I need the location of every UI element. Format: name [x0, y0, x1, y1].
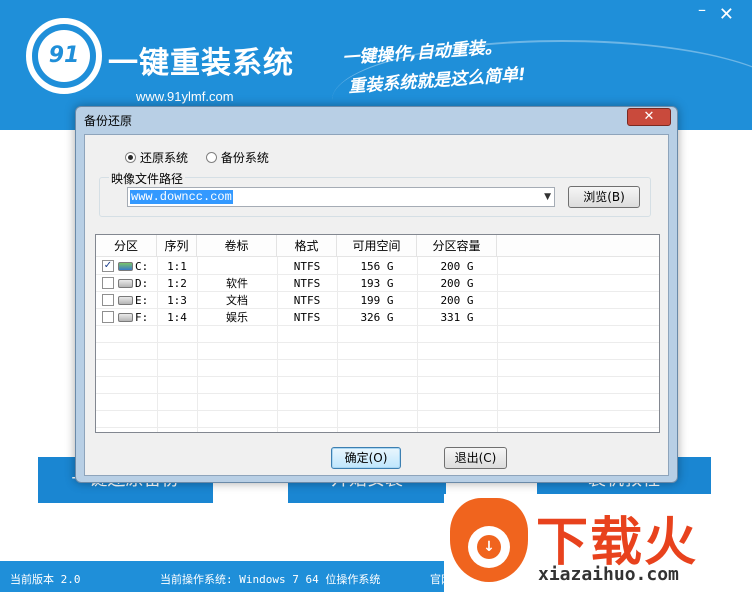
- logo-text: 91: [38, 30, 90, 82]
- table-row-empty: [96, 394, 659, 411]
- cell-free: 156 G: [360, 260, 394, 273]
- image-path-combobox[interactable]: www.downcc.com ▼: [127, 187, 555, 207]
- cell-free: 326 G: [360, 311, 394, 324]
- radio-backup[interactable]: 备份系统: [205, 149, 269, 166]
- dialog-title: 备份还原: [84, 114, 133, 128]
- col-format[interactable]: 格式: [277, 235, 337, 257]
- cell-size: 331 G: [440, 311, 474, 324]
- flame-logo-icon: ↓: [450, 498, 528, 582]
- backup-restore-dialog: 备份还原 ✕ 还原系统 备份系统 映像文件路径 www.downcc.com ▼…: [75, 106, 678, 483]
- cell-index: 1:2: [167, 277, 187, 290]
- cell-label: 软件: [226, 277, 248, 290]
- col-size[interactable]: 分区容量: [417, 235, 497, 257]
- table-row[interactable]: ✓ C: 1:1 NTFS 156 G 200 G: [96, 258, 659, 275]
- cell-size: 200 G: [440, 277, 474, 290]
- image-path-value[interactable]: www.downcc.com: [130, 190, 233, 204]
- radio-backup-label: 备份系统: [220, 151, 269, 165]
- col-index[interactable]: 序列: [157, 235, 197, 257]
- cell-free: 193 G: [360, 277, 394, 290]
- drive-icon: [118, 279, 133, 288]
- mode-radio-group: 还原系统 备份系统: [125, 149, 283, 166]
- cell-format: NTFS: [293, 260, 321, 273]
- dropdown-arrow-icon[interactable]: ▼: [544, 192, 551, 202]
- partition-table: 分区 序列 卷标 格式 可用空间 分区容量 ✓ C: 1:1 NTFS 156 …: [95, 234, 660, 433]
- table-row-empty: [96, 411, 659, 428]
- table-row-empty: [96, 377, 659, 394]
- drive-letter: E:: [135, 294, 149, 307]
- drive-icon: [118, 296, 133, 305]
- table-row-empty: [96, 343, 659, 360]
- download-arrow-icon: ↓: [477, 535, 501, 559]
- table-row-empty: [96, 326, 659, 343]
- system-drive-icon: [118, 262, 133, 271]
- table-row[interactable]: E: 1:3 文档 NTFS 199 G 200 G: [96, 292, 659, 309]
- dialog-close-button[interactable]: ✕: [627, 108, 671, 126]
- cell-label: 文档: [226, 294, 248, 307]
- drive-letter: F:: [135, 311, 149, 324]
- col-free[interactable]: 可用空间: [337, 235, 417, 257]
- drive-icon: [118, 313, 133, 322]
- cell-label: 娱乐: [226, 311, 248, 324]
- cell-label: [197, 258, 277, 275]
- col-label[interactable]: 卷标: [197, 235, 277, 257]
- app-logo: 91: [26, 18, 102, 94]
- table-row-empty: [96, 360, 659, 377]
- row-checkbox[interactable]: [102, 277, 114, 289]
- browse-button[interactable]: 浏览(B): [568, 186, 640, 208]
- table-row[interactable]: D: 1:2 软件 NTFS 193 G 200 G: [96, 275, 659, 292]
- cell-index: 1:1: [167, 260, 187, 273]
- table-row[interactable]: F: 1:4 娱乐 NTFS 326 G 331 G: [96, 309, 659, 326]
- close-window-button[interactable]: ✕: [719, 4, 734, 25]
- ok-button[interactable]: 确定(O): [331, 447, 401, 469]
- watermark: ↓ 下载火 xiazaihuo.com: [444, 494, 752, 592]
- row-checkbox[interactable]: ✓: [102, 260, 114, 272]
- col-partition[interactable]: 分区: [96, 235, 157, 257]
- radio-backup-dot[interactable]: [205, 152, 217, 163]
- radio-restore[interactable]: 还原系统: [125, 149, 188, 166]
- minimize-button[interactable]: –: [698, 0, 706, 19]
- app-title: 一键重装系统: [108, 46, 294, 81]
- drive-letter: D:: [135, 277, 149, 290]
- cell-format: NTFS: [293, 311, 321, 324]
- path-label: 映像文件路径: [109, 170, 186, 187]
- radio-restore-dot[interactable]: [125, 152, 136, 163]
- os-text: 当前操作系统: Windows 7 64 位操作系统: [160, 573, 381, 586]
- drive-letter: C:: [135, 260, 149, 273]
- dialog-body: 还原系统 备份系统 映像文件路径 www.downcc.com ▼ 浏览(B) …: [84, 134, 669, 476]
- cell-format: NTFS: [293, 277, 321, 290]
- table-header: 分区 序列 卷标 格式 可用空间 分区容量: [96, 235, 659, 257]
- cell-index: 1:3: [167, 294, 187, 307]
- app-url: www.91ylmf.com: [136, 89, 234, 104]
- cell-format: NTFS: [293, 294, 321, 307]
- cell-free: 199 G: [360, 294, 394, 307]
- row-checkbox[interactable]: [102, 311, 114, 323]
- exit-button[interactable]: 退出(C): [444, 447, 507, 469]
- row-checkbox[interactable]: [102, 294, 114, 306]
- version-text: 当前版本 2.0: [10, 573, 81, 586]
- cell-size: 200 G: [440, 294, 474, 307]
- cell-size: 200 G: [440, 260, 474, 273]
- cell-index: 1:4: [167, 311, 187, 324]
- radio-restore-label: 还原系统: [140, 151, 189, 165]
- watermark-url: xiazaihuo.com: [538, 564, 679, 585]
